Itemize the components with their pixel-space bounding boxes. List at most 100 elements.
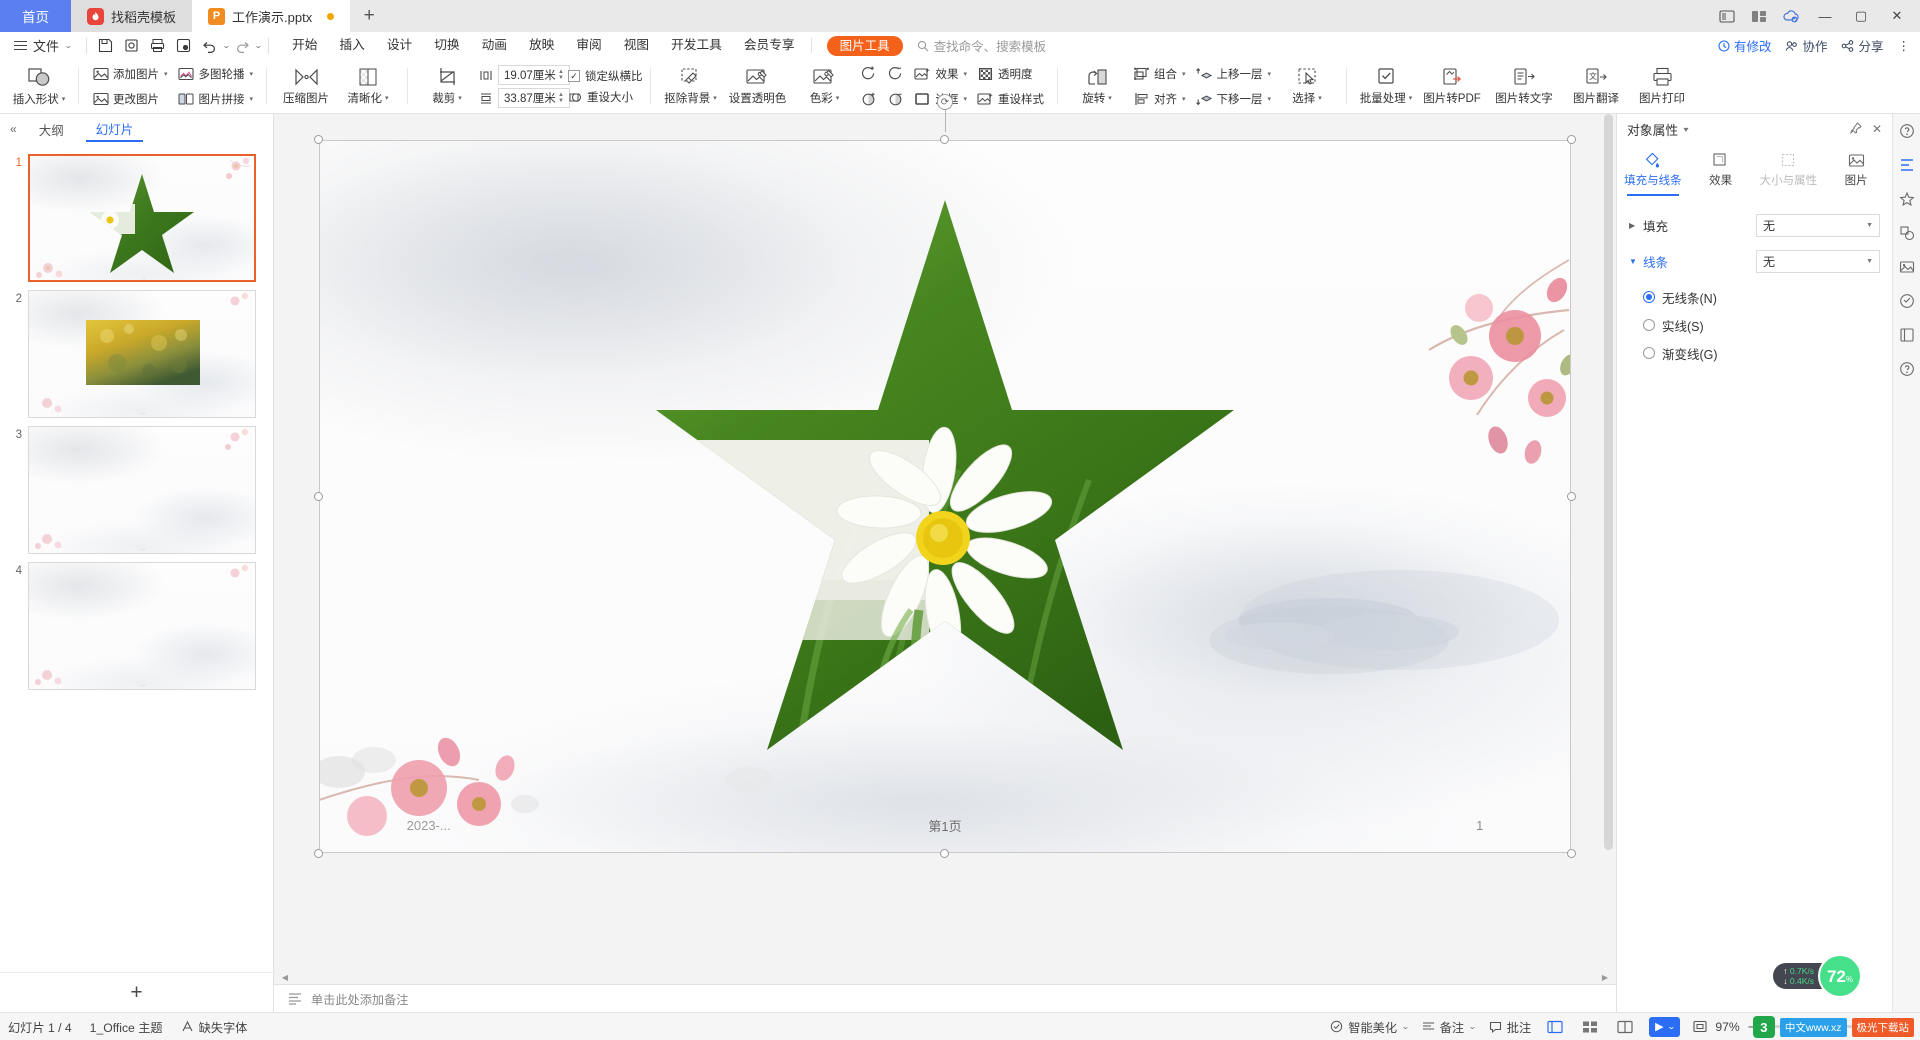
reset-size-button[interactable]: 重设大小 <box>568 89 643 105</box>
line-option-solid[interactable]: 实线(S) <box>1629 311 1880 339</box>
bring-forward-button[interactable]: 上移一层 ▾ <box>1191 63 1277 86</box>
line-option-gradient[interactable]: 渐变线(G) <box>1629 339 1880 367</box>
cpu-usage-circle[interactable]: 72% <box>1818 954 1862 998</box>
select-button[interactable]: 选择 ▾ <box>1276 61 1338 113</box>
scroll-left-icon[interactable]: ◀ <box>278 973 292 982</box>
search-input[interactable]: 查找命令、搜索模板 <box>917 36 1046 55</box>
picture-collage-button[interactable]: 图片拼接 ▾ <box>173 88 259 111</box>
reading-view-icon[interactable] <box>1614 1018 1636 1036</box>
shapes-icon[interactable] <box>1896 222 1918 244</box>
tab-developer[interactable]: 开发工具 <box>660 32 733 59</box>
frame-icon[interactable] <box>1896 324 1918 346</box>
tab-fill-and-line[interactable]: 填充与线条 <box>1619 148 1687 201</box>
resize-handle-middle-left[interactable] <box>314 491 323 501</box>
maximize-button[interactable]: ▢ <box>1844 0 1878 32</box>
align-button[interactable]: 对齐 ▾ <box>1128 88 1191 111</box>
canvas-horizontal-scrollbar[interactable]: ◀ ▶ <box>274 970 1616 984</box>
image-lib-icon[interactable] <box>1896 256 1918 278</box>
star-tools-icon[interactable] <box>1896 188 1918 210</box>
tab-docer-template[interactable]: 找稻壳模板 <box>71 0 193 32</box>
fit-page-icon[interactable] <box>1693 1020 1707 1033</box>
resize-handle-bottom-right[interactable] <box>1567 849 1576 858</box>
lock-aspect-ratio-checkbox[interactable]: ✓ 锁定纵横比 <box>567 68 642 84</box>
export-pdf-icon[interactable] <box>171 35 197 57</box>
remove-background-button[interactable]: 抠除背景 ▾ <box>659 61 721 113</box>
edit-record-button[interactable]: 有修改 <box>1718 36 1771 55</box>
collapse-icon[interactable]: « <box>10 122 17 136</box>
tab-insert[interactable]: 插入 <box>329 32 376 59</box>
tab-home[interactable]: 首页 <box>0 0 71 32</box>
tab-start[interactable]: 开始 <box>281 32 328 59</box>
color-button[interactable]: 色彩 ▾ <box>793 61 855 113</box>
customize-toolbar-icon[interactable]: ⌄ <box>254 41 263 50</box>
change-picture-button[interactable]: 更改图片 <box>87 88 173 111</box>
tab-picture-tools[interactable]: 图片工具 <box>826 35 903 56</box>
close-button[interactable]: ✕ <box>1880 0 1914 32</box>
cloud-sync-icon[interactable] <box>1776 1 1806 31</box>
share-button[interactable]: 分享 <box>1841 36 1884 55</box>
increase-contrast-button[interactable] <box>855 87 882 113</box>
rotate-handle[interactable]: ⟳ <box>937 94 953 110</box>
print-preview-icon[interactable] <box>119 35 145 57</box>
multi-picture-carousel-button[interactable]: 多图轮播 ▾ <box>173 63 259 86</box>
tab-slides[interactable]: 幻灯片 <box>85 116 144 142</box>
question-icon[interactable] <box>1896 358 1918 380</box>
normal-view-icon[interactable] <box>1544 1018 1566 1036</box>
group-button[interactable]: 组合 ▾ <box>1128 63 1191 86</box>
notes-button[interactable]: 备注 ⌄ <box>1422 1018 1477 1036</box>
insert-shape-button[interactable]: 插入形状 ▾ <box>8 61 70 113</box>
new-tab-button[interactable]: + <box>350 0 388 32</box>
theme-indicator[interactable]: 1_Office 主题 <box>90 1018 163 1036</box>
picture-print-button[interactable]: 图片打印 <box>1631 61 1693 113</box>
network-speed-widget[interactable]: ↑ 0.7K/s ↓ 0.4K/s 72% <box>1773 954 1862 998</box>
tab-member-exclusive[interactable]: 会员专享 <box>733 32 806 59</box>
close-icon[interactable]: ✕ <box>1872 122 1882 136</box>
effects-button[interactable]: 效果 ▾ <box>909 63 972 86</box>
tab-review[interactable]: 审阅 <box>565 32 612 59</box>
file-menu-button[interactable]: 文件 ⌄ <box>6 36 80 55</box>
tab-view[interactable]: 视图 <box>613 32 660 59</box>
chevron-right-icon[interactable]: ▶ <box>1629 221 1643 230</box>
comments-button[interactable]: 批注 <box>1489 1018 1531 1036</box>
undo-icon[interactable] <box>197 35 223 57</box>
print-icon[interactable] <box>145 35 171 57</box>
help-circle-icon[interactable] <box>1896 120 1918 142</box>
scrollbar-track[interactable] <box>292 973 1598 981</box>
line-select[interactable]: 无 ▼ <box>1756 249 1880 273</box>
tab-design[interactable]: 设计 <box>376 32 423 59</box>
slide-thumbnail-3[interactable]: 3 ··· <box>0 422 273 558</box>
add-picture-button[interactable]: 添加图片 ▾ <box>87 63 173 86</box>
undo-dropdown-icon[interactable]: ⌄ <box>222 41 231 50</box>
canvas-vertical-scrollbar[interactable] <box>1604 114 1613 970</box>
start-slideshow-button[interactable]: ▶ ⌄ <box>1649 1016 1681 1037</box>
transparency-button[interactable]: 透明度 <box>972 63 1049 86</box>
fill-section-row[interactable]: ▶ 填充 无 ▼ <box>1629 211 1880 239</box>
fill-select[interactable]: 无 ▼ <box>1756 213 1880 237</box>
crop-button[interactable]: 裁剪 ▾ <box>416 61 478 113</box>
scroll-right-icon[interactable]: ▶ <box>1598 973 1612 982</box>
slide-canvas-area[interactable]: 2023-... 第1页 1 ⟳ <box>274 94 1616 970</box>
slide-thumbnail-2[interactable]: 2 ··· <box>0 286 273 422</box>
rotate-button[interactable]: 旋转 ▾ <box>1066 61 1128 113</box>
tab-effects[interactable]: 效果 <box>1687 148 1755 201</box>
sorter-view-icon[interactable] <box>1579 1018 1601 1036</box>
line-section-row[interactable]: ▼ 线条 无 ▼ <box>1629 247 1880 275</box>
save-icon[interactable] <box>93 35 119 57</box>
set-transparent-color-button[interactable]: 设置透明色 <box>721 61 793 113</box>
pin-icon[interactable] <box>1850 122 1862 136</box>
resize-handle-bottom-center[interactable] <box>940 849 949 858</box>
width-spinner[interactable]: ▲ ▼ <box>558 69 564 81</box>
missing-font-indicator[interactable]: 缺失字体 <box>181 1018 247 1036</box>
tab-presentation-file[interactable]: P 工作演示.pptx <box>192 0 351 32</box>
resize-handle-bottom-left[interactable] <box>314 849 323 858</box>
tab-outline[interactable]: 大纲 <box>29 117 74 142</box>
align-tools-icon[interactable] <box>1896 154 1918 176</box>
resize-handle-middle-right[interactable] <box>1567 491 1576 501</box>
decrease-contrast-button[interactable] <box>882 87 909 113</box>
more-options-button[interactable]: ⋮ <box>1898 38 1911 53</box>
resize-handle-top-center[interactable] <box>940 135 949 144</box>
smart-beautify-button[interactable]: 智能美化 ⌄ <box>1330 1018 1410 1036</box>
slide-counter[interactable]: 幻灯片 1 / 4 <box>8 1018 72 1036</box>
send-backward-button[interactable]: 下移一层 ▾ <box>1191 88 1277 111</box>
add-slide-button[interactable]: + <box>130 981 142 1005</box>
